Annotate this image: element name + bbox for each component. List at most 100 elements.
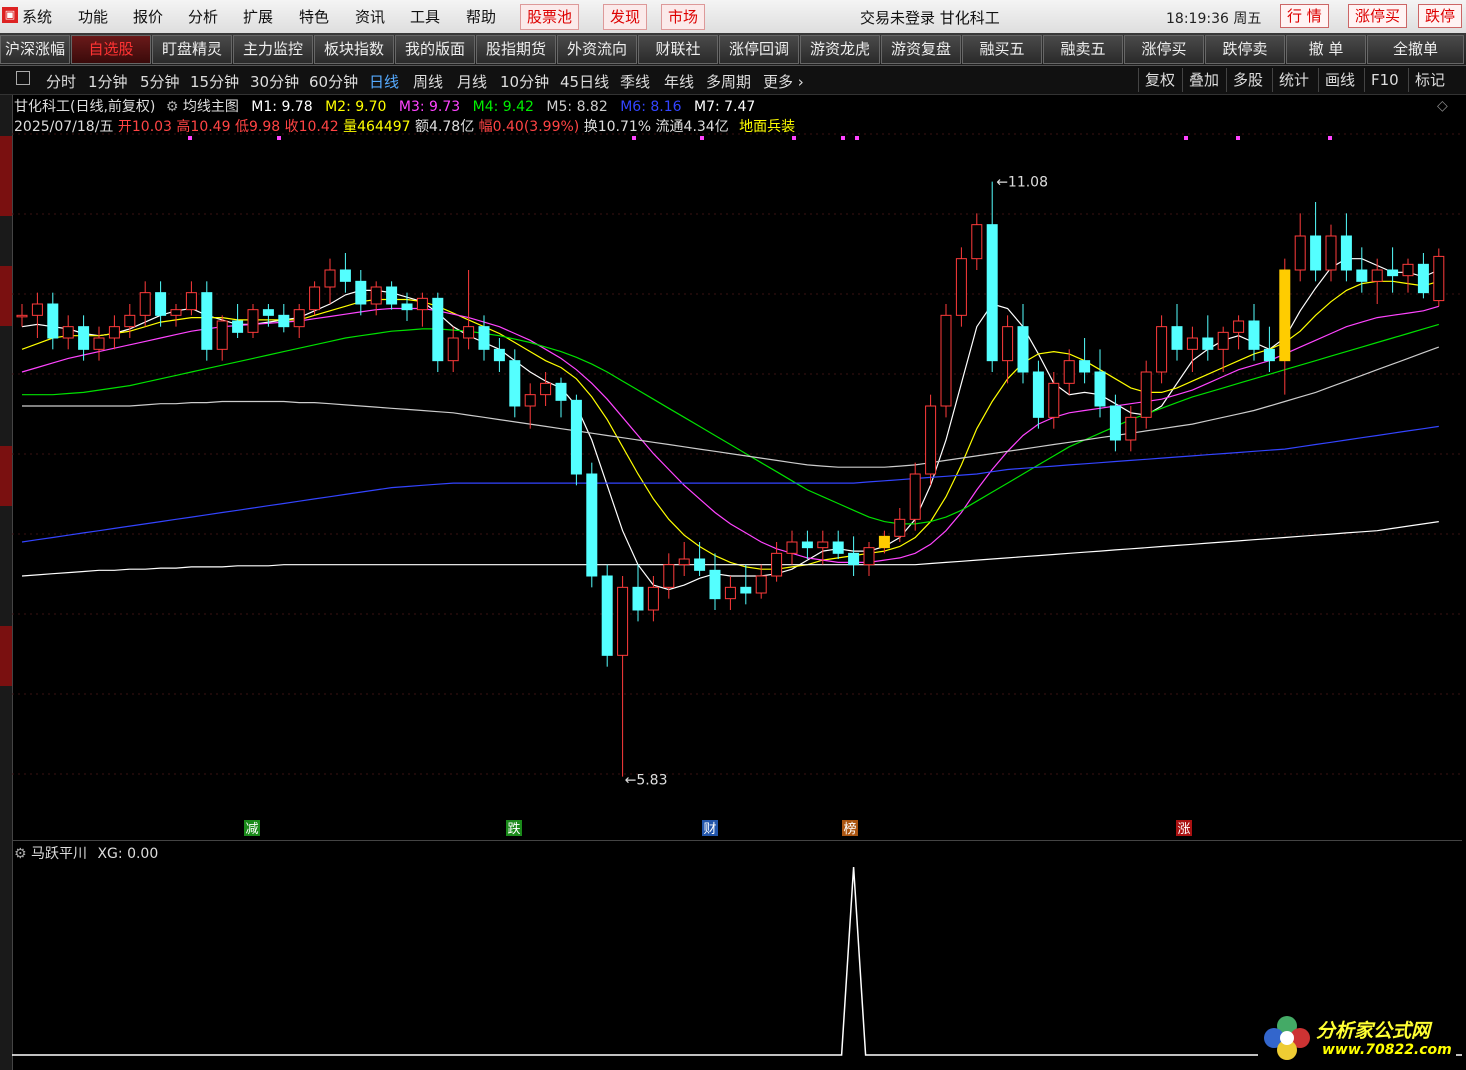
flower-logo-icon: [1264, 1016, 1310, 1060]
candle-body: [878, 535, 890, 549]
menu-market[interactable]: 市场: [661, 4, 706, 30]
menu-help[interactable]: 帮助: [466, 6, 496, 27]
menu-feature[interactable]: 特色: [299, 6, 329, 27]
period-tab[interactable]: 季线: [620, 71, 650, 92]
period-tab[interactable]: 分时: [46, 71, 76, 92]
toolbar-btn-watchlist[interactable]: 自选股: [71, 35, 151, 64]
menu-tools[interactable]: 工具: [410, 6, 440, 27]
period-tab[interactable]: 60分钟: [309, 71, 358, 92]
candle-body: [1325, 235, 1337, 271]
toolbar-btn-margin-sell[interactable]: 融卖五: [1043, 35, 1123, 64]
candle-body: [1233, 320, 1245, 333]
candle-body: [478, 326, 490, 350]
candle-body: [863, 547, 875, 566]
menu-extend[interactable]: 扩展: [243, 6, 273, 27]
mark-button[interactable]: 标记: [1408, 68, 1451, 92]
limit-down-button[interactable]: 跌停: [1418, 4, 1463, 28]
period-tab[interactable]: 45日线: [560, 71, 609, 92]
candle-body: [601, 575, 613, 656]
menu-analysis[interactable]: 分析: [188, 6, 218, 27]
candle-body: [771, 552, 783, 577]
overlay-button[interactable]: 叠加: [1182, 68, 1225, 92]
menu-system[interactable]: 系统: [22, 6, 52, 27]
candle-body: [31, 303, 43, 316]
side-tab-marker[interactable]: [0, 626, 12, 686]
candle-body: [1279, 269, 1291, 362]
candle-body: [509, 360, 521, 407]
panel-toggle-icon[interactable]: [16, 71, 30, 85]
period-tab[interactable]: 1分钟: [88, 71, 128, 92]
candle-body: [817, 541, 829, 549]
toolbar-btn-cancel-all[interactable]: 全撤单: [1367, 35, 1464, 64]
candle-body: [216, 320, 228, 350]
period-bar: 分时 1分钟 5分钟 15分钟 30分钟 60分钟 日线 周线 月线 10分钟 …: [0, 66, 1466, 95]
toolbar-btn-foreign-flow[interactable]: 外资流向: [557, 35, 637, 64]
quote-button[interactable]: 行 情: [1280, 4, 1329, 28]
candle-body: [78, 326, 90, 350]
draw-line-button[interactable]: 画线: [1318, 68, 1361, 92]
menu-function[interactable]: 功能: [78, 6, 108, 27]
candle-body: [493, 348, 505, 362]
period-tab[interactable]: 周线: [413, 71, 443, 92]
toolbar-btn-cancel[interactable]: 撤 单: [1286, 35, 1366, 64]
menu-discover[interactable]: 发现: [603, 4, 648, 30]
candle-body: [1048, 382, 1060, 418]
brand-url: www.70822.com: [1322, 1042, 1452, 1058]
menu-quote[interactable]: 报价: [133, 6, 163, 27]
toolbar-btn-limit-pullback[interactable]: 涨停回调: [719, 35, 799, 64]
period-tab[interactable]: 10分钟: [500, 71, 549, 92]
candle-body: [832, 541, 844, 554]
toolbar-btn-my-layout[interactable]: 我的版面: [395, 35, 475, 64]
app-logo-icon: ▣: [2, 7, 18, 23]
menu-stock-pool[interactable]: 股票池: [520, 4, 580, 30]
candle-body: [570, 399, 582, 475]
limit-up-buy-button[interactable]: 涨停买: [1348, 4, 1408, 28]
toolbar-btn-monitor-wizard[interactable]: 盯盘精灵: [152, 35, 232, 64]
period-tab-more[interactable]: 更多 ›: [763, 71, 804, 92]
period-tab[interactable]: 15分钟: [190, 71, 239, 92]
candle-body: [170, 309, 182, 316]
candle-body: [16, 314, 28, 318]
multi-stock-button[interactable]: 多股: [1226, 68, 1269, 92]
toolbar-btn-margin-buy[interactable]: 融买五: [962, 35, 1042, 64]
candle-body: [108, 326, 120, 339]
candle-body: [801, 541, 813, 549]
menu-info[interactable]: 资讯: [355, 6, 385, 27]
period-tab[interactable]: 月线: [457, 71, 487, 92]
candle-body: [1125, 416, 1137, 441]
toolbar-btn-futures[interactable]: 股指期货: [476, 35, 556, 64]
stats-button[interactable]: 统计: [1272, 68, 1315, 92]
signal-dot: [1328, 136, 1332, 140]
f10-button[interactable]: F10: [1364, 68, 1405, 92]
toolbar-btn-sector-index[interactable]: 板块指数: [314, 35, 394, 64]
toolbar-btn-main-force[interactable]: 主力监控: [233, 35, 313, 64]
candle-body: [678, 558, 690, 566]
candle-body: [617, 586, 629, 656]
period-tab[interactable]: 年线: [664, 71, 694, 92]
toolbar-btn-cls[interactable]: 财联社: [638, 35, 718, 64]
toolbar-btn-limit-sell[interactable]: 跌停卖: [1205, 35, 1285, 64]
period-tab-daily[interactable]: 日线: [369, 71, 399, 92]
menu-bar: ▣ 系统 功能 报价 分析 扩展 特色 资讯 工具 帮助 股票池 发现 市场 交…: [0, 0, 1466, 34]
side-tab-marker[interactable]: [0, 446, 12, 506]
candlestick-chart[interactable]: ←11.08 ←5.83 减 跌 财 榜 涨: [12, 94, 1462, 838]
candle-body: [647, 586, 659, 611]
candle-body: [1002, 326, 1014, 362]
period-tab[interactable]: 5分钟: [140, 71, 180, 92]
candle-body: [1294, 235, 1306, 271]
candle-body: [909, 473, 921, 520]
candle-body: [386, 286, 398, 305]
period-tab[interactable]: 多周期: [706, 71, 751, 92]
side-tab-marker[interactable]: [0, 266, 12, 326]
toolbar-btn-limit-buy[interactable]: 涨停买: [1124, 35, 1204, 64]
toolbar-btn-hot-money[interactable]: 游资龙虎: [800, 35, 880, 64]
candle-body: [1032, 371, 1044, 418]
candle-body: [848, 552, 860, 566]
toolbar-btn-hot-review[interactable]: 游资复盘: [881, 35, 961, 64]
toolbar-btn-gainers[interactable]: 沪深涨幅: [0, 35, 70, 64]
signal-dot: [792, 136, 796, 140]
period-tab[interactable]: 30分钟: [250, 71, 299, 92]
sub-indicator-panel[interactable]: ⚙ 马跃平川 XG: 0.00: [12, 840, 1462, 1067]
adjust-button[interactable]: 复权: [1138, 68, 1181, 92]
side-tab-marker[interactable]: [0, 136, 12, 216]
